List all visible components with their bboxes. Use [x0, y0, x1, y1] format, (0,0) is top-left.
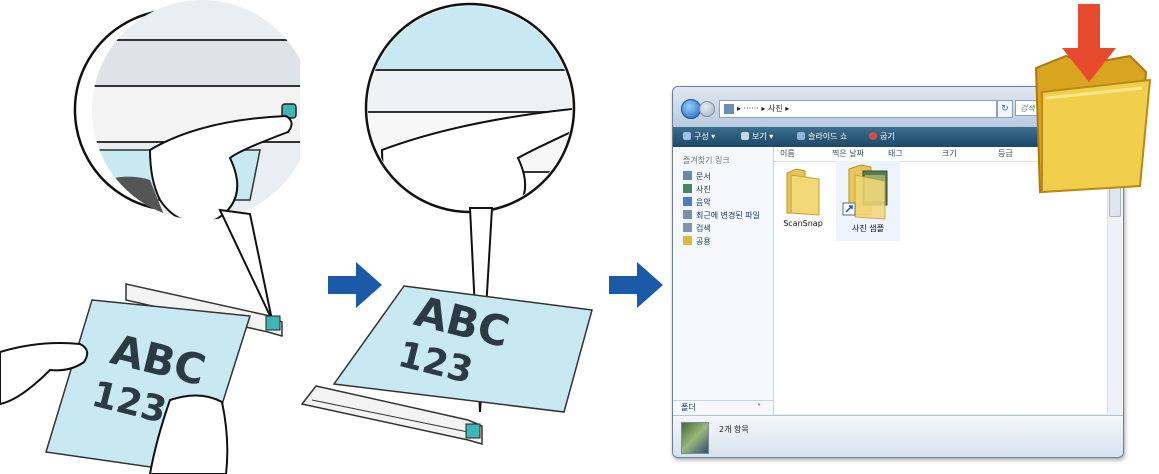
favorite-links-header: 즐겨찾기 링크 — [683, 156, 730, 165]
nav-item-searches[interactable]: 검색 — [683, 223, 711, 235]
save-folder-illustration — [1034, 4, 1152, 194]
nav-item-recent[interactable]: 최근에 변경된 파일 — [683, 210, 760, 222]
organize-label: 구성 ▾ — [694, 132, 716, 141]
organize-icon — [683, 132, 691, 140]
column-rating[interactable]: 등급 — [998, 147, 1013, 161]
nav-item-pictures[interactable]: 사진 — [683, 184, 711, 196]
nav-label: 문서 — [696, 172, 711, 181]
burn-label: 굽기 — [880, 132, 895, 141]
nav-label: 사진 — [696, 185, 711, 194]
pictures-icon — [683, 184, 692, 193]
address-field[interactable]: ▸ ······ ▸ 사진 ▸ — [719, 100, 997, 118]
item-count: 2개 항목 — [719, 425, 749, 434]
column-date-taken[interactable]: 찍은 날짜 — [832, 147, 864, 161]
music-icon — [683, 197, 692, 206]
navigation-pane: 즐겨찾기 링크 문서 사진 음악 최근에 변경된 파일 검색 공용 — [673, 147, 774, 400]
burn-button[interactable]: 굽기 — [869, 127, 895, 147]
public-folder-icon — [683, 236, 692, 245]
address-path-user[interactable]: ▸ ······ — [737, 104, 759, 113]
nav-label: 음악 — [696, 198, 711, 207]
file-name: 사진 샘플 — [852, 224, 884, 233]
step-arrow-2 — [609, 262, 663, 308]
view-button[interactable]: 보기 ▾ — [741, 127, 773, 147]
chevron-up-icon: ˄ — [757, 403, 761, 412]
burn-icon — [869, 132, 877, 140]
search-folder-icon — [683, 223, 692, 232]
recent-icon — [683, 210, 692, 219]
column-name[interactable]: 이름 — [780, 147, 795, 161]
column-tags[interactable]: 태그 — [888, 147, 903, 161]
slideshow-label: 슬라이드 쇼 — [808, 132, 848, 141]
refresh-button[interactable]: ↻ — [997, 100, 1013, 118]
view-icon — [741, 132, 749, 140]
column-size[interactable]: 크기 — [942, 147, 957, 161]
details-pane: 2개 항목 — [673, 415, 1123, 457]
organize-button[interactable]: 구성 ▾ — [683, 127, 715, 147]
computer-icon — [724, 104, 734, 114]
forward-button[interactable] — [699, 101, 715, 117]
nav-label: 공용 — [696, 237, 711, 246]
folders-toggle[interactable]: 폴더 ˄ — [673, 400, 774, 415]
file-name: ScanSnap — [783, 219, 823, 228]
view-label: 보기 ▾ — [752, 132, 774, 141]
nav-label: 검색 — [696, 224, 711, 233]
nav-item-documents[interactable]: 문서 — [683, 171, 711, 183]
scanner-scan-illustration: ABC 123 — [300, 2, 593, 445]
shortcut-folder-icon — [842, 164, 888, 220]
nav-item-music[interactable]: 음악 — [683, 197, 711, 209]
nav-label: 최근에 변경된 파일 — [696, 211, 760, 220]
slideshow-button[interactable]: 슬라이드 쇼 — [797, 127, 847, 147]
address-path-folder[interactable]: ▸ 사진 ▸ — [761, 104, 789, 113]
file-item-scansnap[interactable]: ScanSnap — [776, 165, 830, 228]
file-item-sample-pictures[interactable]: 사진 샘플 — [836, 161, 900, 241]
documents-icon — [683, 171, 692, 180]
folder-preview-thumbnail — [681, 422, 709, 454]
scanner-insert-illustration: ABC 123 — [0, 0, 300, 474]
folders-label: 폴더 — [681, 403, 696, 412]
nav-item-public[interactable]: 공용 — [683, 236, 711, 248]
folder-icon — [786, 168, 820, 216]
slideshow-icon — [797, 132, 805, 140]
back-button[interactable] — [681, 99, 701, 119]
